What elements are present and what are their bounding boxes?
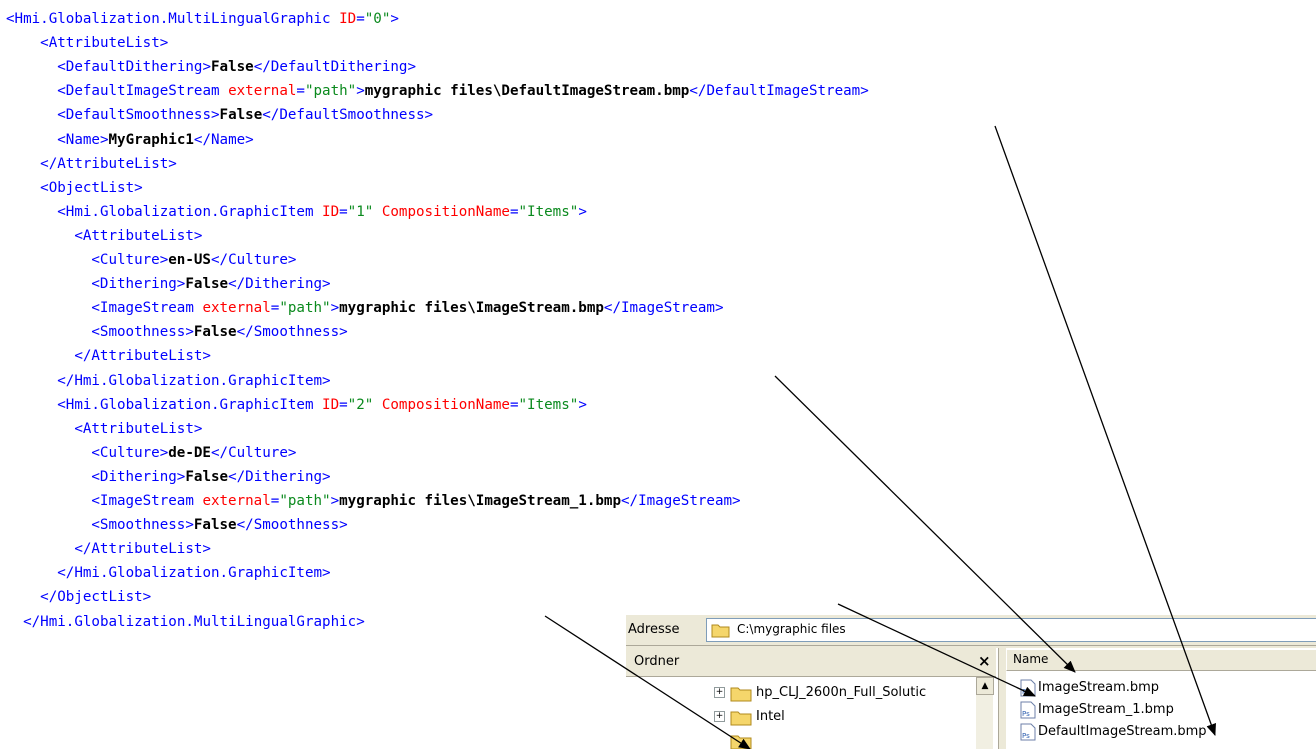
arrow-code-to-folder <box>544 615 751 749</box>
arrow-image-stream <box>774 375 1076 673</box>
arrow-image-stream-1 <box>837 603 1036 697</box>
annotation-arrows <box>544 125 1216 749</box>
arrow-default-image <box>994 125 1216 736</box>
